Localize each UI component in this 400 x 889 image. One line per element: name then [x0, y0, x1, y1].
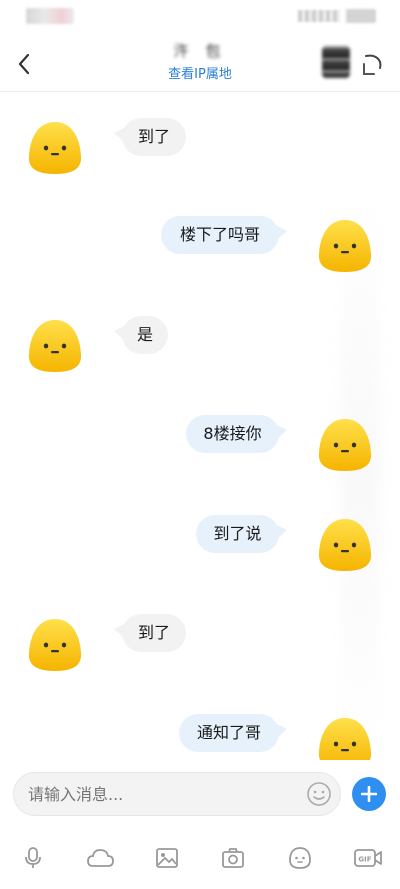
add-button[interactable]: [352, 777, 386, 811]
status-bar: [0, 0, 400, 34]
contact-avatar-icon[interactable]: [24, 613, 86, 675]
message-input[interactable]: [13, 772, 341, 816]
more-icon: [363, 54, 382, 75]
title-wrap: 汻 包 查看IP属地: [110, 40, 290, 82]
my-avatar-icon[interactable]: [314, 712, 376, 760]
input-bar: [0, 768, 400, 824]
bubble-tail: [277, 425, 287, 439]
my-avatar-icon[interactable]: [314, 513, 376, 575]
smiley-icon: [307, 782, 331, 806]
message-bubble-received[interactable]: 到了: [114, 614, 186, 652]
ip-location-link[interactable]: 查看IP属地: [110, 63, 290, 82]
my-avatar-icon[interactable]: [314, 413, 376, 475]
contact-avatar-icon[interactable]: [24, 116, 86, 178]
bubble-tail: [277, 525, 287, 539]
status-time-blurred: [26, 8, 74, 24]
chat-header: 汻 包 查看IP属地: [0, 34, 400, 92]
message-text: 8楼接你: [203, 424, 262, 443]
cloud-button[interactable]: [85, 844, 115, 872]
bubble-tail: [114, 326, 124, 340]
gif-icon: GIF: [354, 849, 382, 867]
signal-icon: [298, 10, 340, 22]
message-list[interactable]: 到了 楼下了吗哥 是 8楼接你 到了说 到了 通知了哥: [0, 92, 400, 760]
cloud-icon: [87, 849, 114, 867]
emoji-button[interactable]: [306, 781, 332, 807]
message-text: 楼下了吗哥: [179, 225, 260, 244]
message-bubble-sent[interactable]: 通知了哥: [179, 714, 287, 752]
message-text: 到了: [137, 623, 170, 642]
message-text: 是: [136, 325, 153, 344]
contact-avatar-icon[interactable]: [24, 314, 86, 376]
bubble-tail: [114, 128, 124, 142]
voice-button[interactable]: [18, 844, 48, 872]
plus-icon: [361, 786, 377, 802]
back-button[interactable]: [10, 46, 38, 82]
sticker-button[interactable]: [285, 844, 315, 872]
message-bubble-received[interactable]: 到了: [114, 118, 186, 156]
image-icon: [156, 848, 178, 868]
message-bubble-sent[interactable]: 8楼接你: [186, 415, 287, 453]
gif-button[interactable]: GIF: [352, 844, 384, 872]
message-text: 通知了哥: [196, 723, 261, 742]
camera-button[interactable]: [218, 844, 248, 872]
contact-avatar[interactable]: [322, 46, 350, 78]
sticker-icon: [289, 847, 311, 869]
message-bubble-sent[interactable]: 楼下了吗哥: [161, 216, 287, 254]
message-bubble-sent[interactable]: 到了说: [196, 515, 287, 553]
message-text: 到了: [137, 127, 170, 146]
camera-icon: [222, 848, 244, 868]
chevron-left-icon: [18, 53, 30, 75]
microphone-icon: [25, 847, 41, 868]
bottom-toolbar: GIF: [0, 832, 400, 882]
contact-name: 汻 包: [173, 42, 227, 60]
my-avatar-clip: [314, 712, 376, 760]
image-button[interactable]: [152, 844, 182, 872]
battery-icon: [346, 9, 376, 23]
message-bubble-received[interactable]: 是: [114, 316, 168, 354]
message-text: 到了说: [213, 524, 262, 543]
my-avatar-icon[interactable]: [314, 214, 376, 276]
gif-label: GIF: [358, 856, 371, 864]
bubble-tail: [114, 624, 124, 638]
bubble-tail: [277, 724, 287, 738]
more-button[interactable]: [360, 52, 384, 78]
bubble-tail: [277, 226, 287, 240]
